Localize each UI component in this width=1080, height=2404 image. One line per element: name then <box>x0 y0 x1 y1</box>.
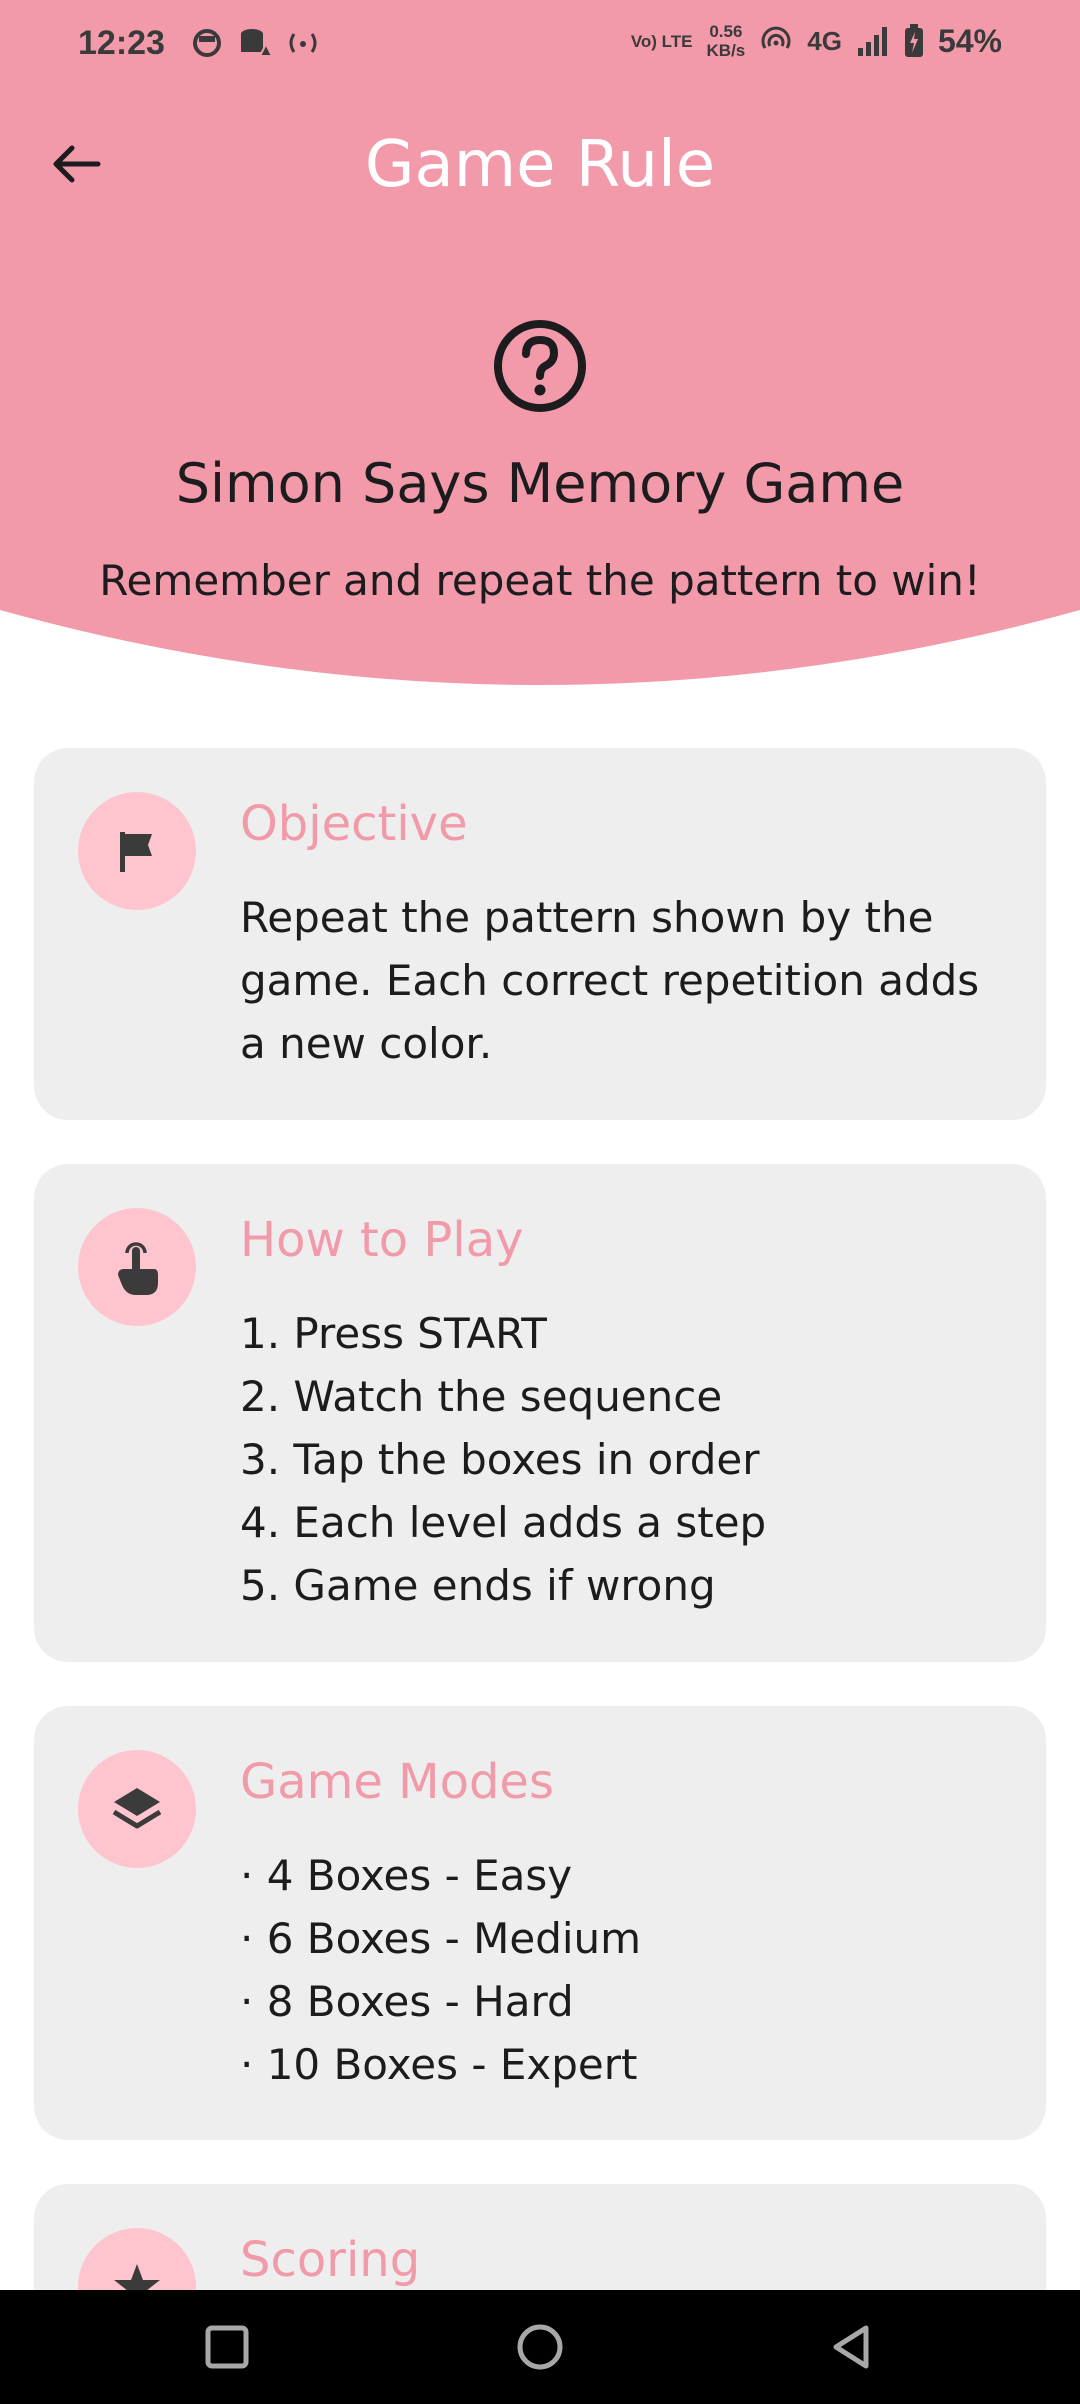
game-name: Simon Says Memory Game <box>175 452 905 515</box>
layers-icon <box>112 1788 162 1829</box>
objective-text: Repeat the pattern shown by the game. Ea… <box>240 893 980 1068</box>
signal-icon <box>857 27 887 56</box>
card-title: How to Play <box>240 1212 524 1268</box>
game-modes-card: Game Modes · 4 Boxes - Easy · 6 Boxes - … <box>34 1706 1046 2140</box>
nav-back-button[interactable] <box>818 2314 884 2380</box>
wifi-calling-icon <box>761 26 791 49</box>
status-bar: 12:23 Vo) LTE 0.56 KB/s 4G 54% <box>0 0 1080 92</box>
step-line: 5. Game ends if wrong <box>240 1561 716 1610</box>
triangle-back-icon <box>833 2325 869 2369</box>
game-rule-screen: 12:23 Vo) LTE 0.56 KB/s 4G 54% Game Rule… <box>0 0 1080 2404</box>
app-notification-icon <box>193 29 221 57</box>
status-left-icons <box>190 26 320 60</box>
card-body: 1. Press START 2. Watch the sequence 3. … <box>240 1302 986 1617</box>
recents-button[interactable] <box>194 2314 260 2380</box>
volte-label: Vo) LTE <box>630 31 693 51</box>
flag-icon <box>120 832 152 872</box>
card-title: Scoring <box>240 2232 421 2288</box>
step-line: 4. Each level adds a step <box>240 1498 767 1547</box>
card-body: · 4 Boxes - Easy · 6 Boxes - Medium · 8 … <box>240 1844 986 2096</box>
mode-line: · 8 Boxes - Hard <box>240 1977 574 2026</box>
battery-percent: 54% <box>937 22 1002 59</box>
status-time: 12:23 <box>78 24 165 62</box>
mode-line: · 10 Boxes - Expert <box>240 2040 638 2089</box>
battery-charging-icon <box>904 24 923 57</box>
step-line: 2. Watch the sequence <box>240 1372 723 1421</box>
system-navigation-bar <box>0 2290 1080 2404</box>
hotspot-icon <box>289 33 317 53</box>
square-recents-icon <box>205 2325 249 2369</box>
card-title: Game Modes <box>240 1754 554 1810</box>
objective-icon-circle <box>78 792 196 910</box>
mode-line: · 4 Boxes - Easy <box>240 1851 573 1900</box>
card-body: Repeat the pattern shown by the game. Ea… <box>240 886 986 1075</box>
circle-home-icon <box>517 2324 563 2370</box>
question-circle-icon <box>494 320 586 412</box>
game-modes-icon-circle <box>78 1750 196 1868</box>
network-type: 4G <box>807 25 842 56</box>
tap-hand-icon <box>118 1242 158 1295</box>
home-button[interactable] <box>507 2314 573 2380</box>
network-speed: 0.56 KB/s <box>706 22 746 60</box>
objective-card: Objective Repeat the pattern shown by th… <box>34 748 1046 1120</box>
step-line: 3. Tap the boxes in order <box>240 1435 760 1484</box>
card-title: Objective <box>240 796 468 852</box>
mode-line: · 6 Boxes - Medium <box>240 1914 642 1963</box>
status-right: Vo) LTE 0.56 KB/s 4G 54% <box>631 22 1002 60</box>
database-warning-icon <box>241 29 272 57</box>
step-line: 1. Press START <box>240 1309 547 1358</box>
how-to-play-icon-circle <box>78 1208 196 1326</box>
top-app-bar: Game Rule <box>0 110 1080 220</box>
page-title: Game Rule <box>364 128 716 202</box>
game-tagline: Remember and repeat the pattern to win! <box>99 556 981 605</box>
how-to-play-card: How to Play 1. Press START 2. Watch the … <box>34 1164 1046 1662</box>
